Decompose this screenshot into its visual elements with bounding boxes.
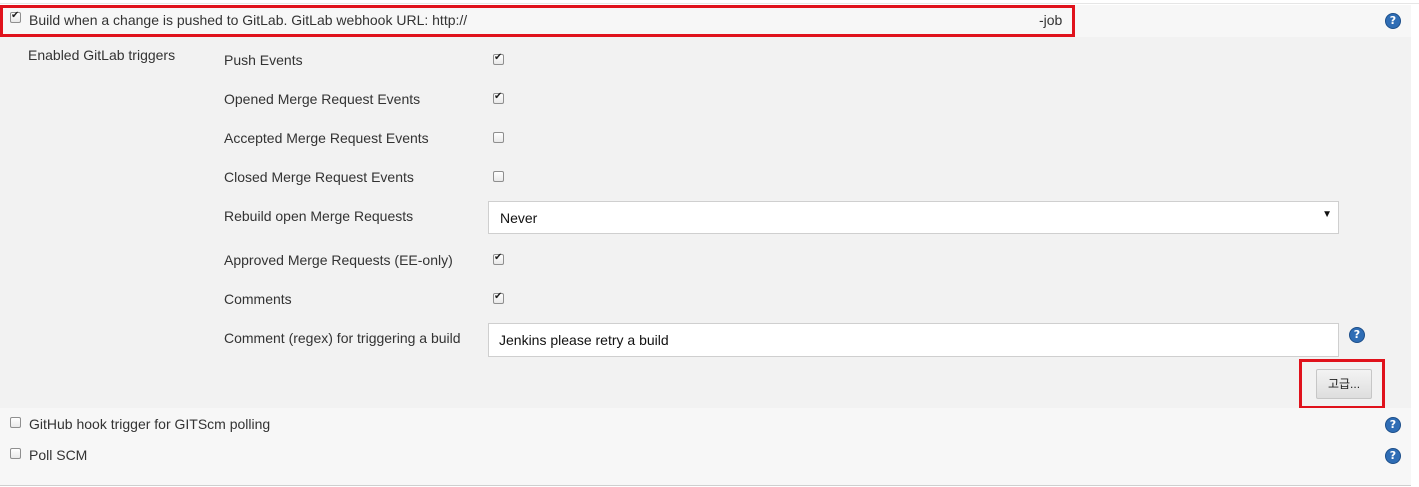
poll-scm-checkbox[interactable] [10,448,21,459]
github-hook-checkbox[interactable] [10,417,21,428]
comments-label: Comments [224,291,292,307]
opened-mr-events-checkbox[interactable] [493,91,504,104]
help-icon[interactable] [1385,13,1401,29]
top-divider [0,0,1419,4]
help-icon[interactable] [1385,448,1401,464]
enabled-triggers-title: Enabled GitLab triggers [28,47,176,63]
rebuild-open-mr-label: Rebuild open Merge Requests [224,208,414,224]
approved-mr-checkbox[interactable] [493,252,504,265]
push-events-checkbox[interactable] [493,52,504,65]
comment-regex-label: Comment (regex) for triggering a build [224,330,461,346]
highlight-box-advanced [1299,359,1385,409]
help-icon[interactable] [1385,417,1401,433]
closed-mr-events-label: Closed Merge Request Events [224,169,414,185]
highlight-box-gitlab-trigger [0,5,1075,37]
help-icon[interactable] [1349,327,1365,343]
poll-scm-label: Poll SCM [29,447,88,463]
accepted-mr-events-label: Accepted Merge Request Events [224,130,429,146]
rebuild-select-value: Never [500,210,538,226]
comment-regex-input[interactable]: Jenkins please retry a build [488,323,1339,357]
accepted-mr-events-checkbox[interactable] [493,132,504,143]
closed-mr-events-checkbox[interactable] [493,171,504,182]
comments-checkbox[interactable] [493,291,504,304]
opened-mr-events-label: Opened Merge Request Events [224,91,421,107]
dropdown-arrow-icon: ▼ [1322,209,1332,220]
comment-regex-value: Jenkins please retry a build [499,332,669,348]
approved-mr-label: Approved Merge Requests (EE-only) [224,252,453,268]
github-hook-label: GitHub hook trigger for GITScm polling [29,416,271,432]
push-events-label: Push Events [224,52,303,68]
bottom-divider [0,485,1411,486]
rebuild-open-mr-select[interactable]: Never ▼ [488,201,1339,234]
